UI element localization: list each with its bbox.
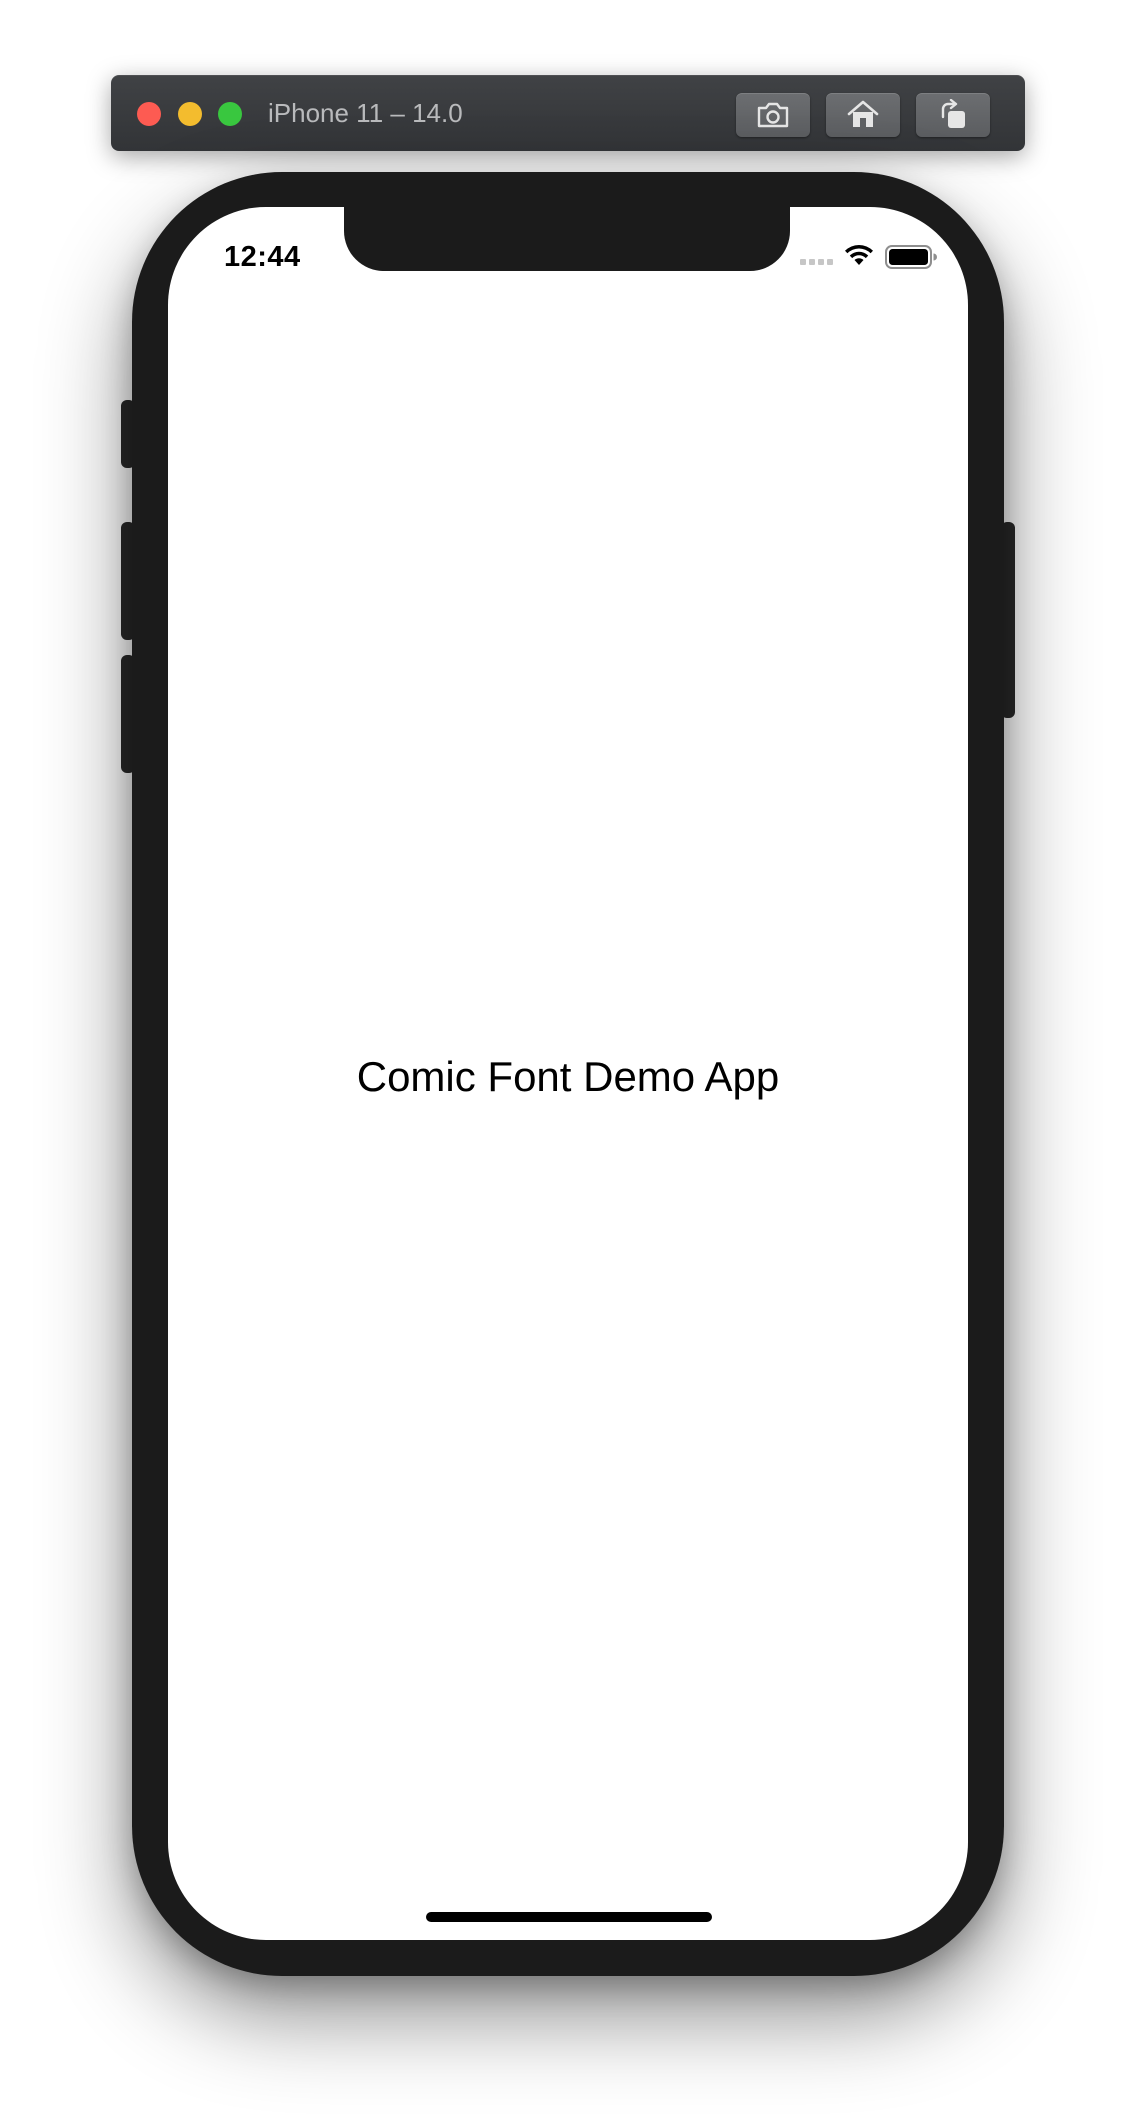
home-button[interactable] [826, 93, 900, 137]
cellular-signal-icon [800, 259, 836, 267]
zoom-window-button[interactable] [218, 102, 242, 126]
app-title-label: Comic Font Demo App [356, 1053, 780, 1100]
simulator-window: iPhone 11 – 14.0 12:44 Comic Font Demo A… [0, 0, 1136, 2126]
screenshot-button[interactable] [736, 93, 810, 137]
rotate-button[interactable] [916, 93, 990, 137]
battery-icon [885, 245, 937, 269]
close-window-button[interactable] [137, 102, 161, 126]
home-indicator[interactable] [426, 1912, 712, 1922]
device-notch [344, 207, 790, 271]
wifi-icon [845, 245, 873, 265]
device-screen[interactable]: 12:44 Comic Font Demo App [168, 207, 968, 1940]
camera-icon [757, 102, 789, 128]
status-bar-time: 12:44 [224, 241, 301, 273]
simulator-titlebar[interactable]: iPhone 11 – 14.0 [111, 75, 1025, 151]
rotate-icon [941, 99, 965, 128]
minimize-window-button[interactable] [178, 102, 202, 126]
home-icon [847, 100, 879, 127]
simulator-title: iPhone 11 – 14.0 [268, 98, 463, 128]
